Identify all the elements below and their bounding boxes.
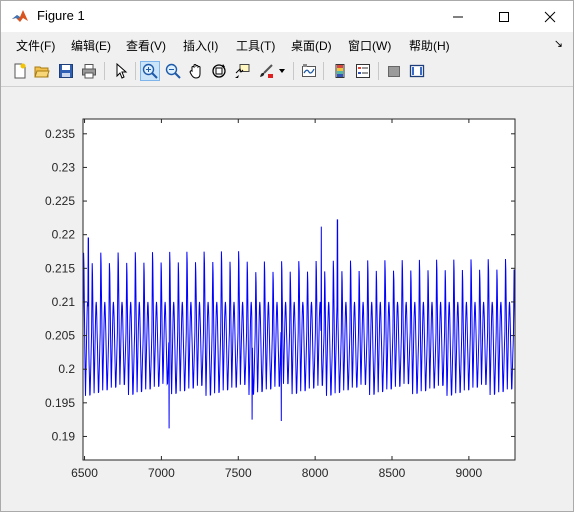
x-tick-label: 8500 <box>379 466 406 480</box>
rotate-3d-button[interactable] <box>209 61 229 81</box>
brush-dropdown-icon <box>279 69 285 73</box>
y-tick-label: 0.235 <box>45 127 75 141</box>
new-figure-icon <box>14 63 26 79</box>
y-tick-label: 0.19 <box>52 429 76 443</box>
menu-file[interactable]: 文件(F) <box>16 37 55 54</box>
data-cursor-icon <box>235 64 250 78</box>
menu-desktop[interactable]: 桌面(D) <box>291 37 332 54</box>
window-title: Figure 1 <box>37 8 85 23</box>
pointer-icon <box>116 63 128 79</box>
y-tick-label: 0.2 <box>58 362 75 376</box>
pan-button[interactable] <box>186 61 206 81</box>
rotate-3d-icon <box>212 64 226 78</box>
close-button[interactable] <box>527 1 573 32</box>
x-tick-label: 9000 <box>456 466 483 480</box>
insert-colorbar-button[interactable] <box>330 61 350 81</box>
minimize-button[interactable] <box>435 1 481 32</box>
y-tick-label: 0.215 <box>45 261 75 275</box>
close-icon <box>544 11 556 22</box>
open-file-icon <box>34 66 50 78</box>
colorbar-icon <box>335 64 345 78</box>
figure-toolbar <box>1 57 573 87</box>
hide-plot-tools-button[interactable] <box>384 61 404 81</box>
toolbar-separator <box>378 62 379 80</box>
zoom-out-icon <box>165 63 181 79</box>
edit-plot-button[interactable] <box>111 61 131 81</box>
legend-icon <box>356 64 370 78</box>
zoom-out-button[interactable] <box>163 61 183 81</box>
show-plot-tools-icon <box>409 64 425 78</box>
brush-button[interactable] <box>256 61 276 81</box>
print-icon <box>82 64 96 79</box>
y-tick-label: 0.225 <box>45 194 75 208</box>
brush-dropdown[interactable] <box>277 61 287 81</box>
menu-window[interactable]: 窗口(W) <box>348 37 391 54</box>
toolbar-separator <box>293 62 294 80</box>
title-bar[interactable]: Figure 1 <box>1 1 573 32</box>
toolbar-separator <box>323 62 324 80</box>
menu-tools[interactable]: 工具(T) <box>236 37 275 54</box>
maximize-button[interactable] <box>481 1 527 32</box>
y-tick-label: 0.195 <box>45 396 75 410</box>
y-tick-label: 0.21 <box>52 295 76 309</box>
new-figure-button[interactable] <box>10 61 30 81</box>
menu-edit[interactable]: 编辑(E) <box>71 37 111 54</box>
line-chart[interactable]: 6500 7000 7500 8000 8500 9000 0.19 0.195 0.2 0.20… <box>8 87 567 505</box>
save-button[interactable] <box>56 61 76 81</box>
menu-help[interactable]: 帮助(H) <box>409 37 450 54</box>
y-tick-label: 0.23 <box>52 160 76 174</box>
maximize-icon <box>499 11 509 22</box>
open-file-button[interactable] <box>32 61 52 81</box>
y-tick-label: 0.205 <box>45 329 75 343</box>
x-tick-label: 8000 <box>302 466 329 480</box>
pan-hand-icon <box>189 64 201 79</box>
insert-legend-button[interactable] <box>353 61 373 81</box>
toolbar-separator <box>104 62 105 80</box>
y-tick-label: 0.22 <box>52 228 76 242</box>
link-plot-button[interactable] <box>299 61 319 81</box>
menu-bar: 文件(F) 编辑(E) 查看(V) 插入(I) 工具(T) 桌面(D) 窗口(W… <box>1 32 573 57</box>
x-tick-label: 7000 <box>148 466 175 480</box>
figure-canvas[interactable]: 6500 7000 7500 8000 8500 9000 0.19 0.195 0.2 0.20… <box>8 87 567 505</box>
show-plot-tools-button[interactable] <box>407 61 427 81</box>
toolbar-separator <box>135 62 136 80</box>
print-button[interactable] <box>79 61 99 81</box>
zoom-in-icon <box>142 63 158 79</box>
data-cursor-button[interactable] <box>232 61 252 81</box>
figure-window: Figure 1 文件(F) 编辑(E) 查看(V) 插入(I) 工具(T) 桌… <box>0 0 574 512</box>
matlab-logo-icon <box>11 7 29 25</box>
x-tick-label: 7500 <box>225 466 252 480</box>
hide-plot-tools-icon <box>388 66 400 77</box>
menu-insert[interactable]: 插入(I) <box>183 37 218 54</box>
brush-icon <box>260 64 273 78</box>
dock-figure-icon[interactable]: ↘ <box>554 37 563 50</box>
minimize-icon <box>453 16 463 17</box>
zoom-in-button[interactable] <box>140 61 160 81</box>
menu-view[interactable]: 查看(V) <box>126 37 166 54</box>
save-icon <box>59 64 73 78</box>
link-plot-icon <box>302 64 316 77</box>
x-tick-label: 6500 <box>71 466 98 480</box>
